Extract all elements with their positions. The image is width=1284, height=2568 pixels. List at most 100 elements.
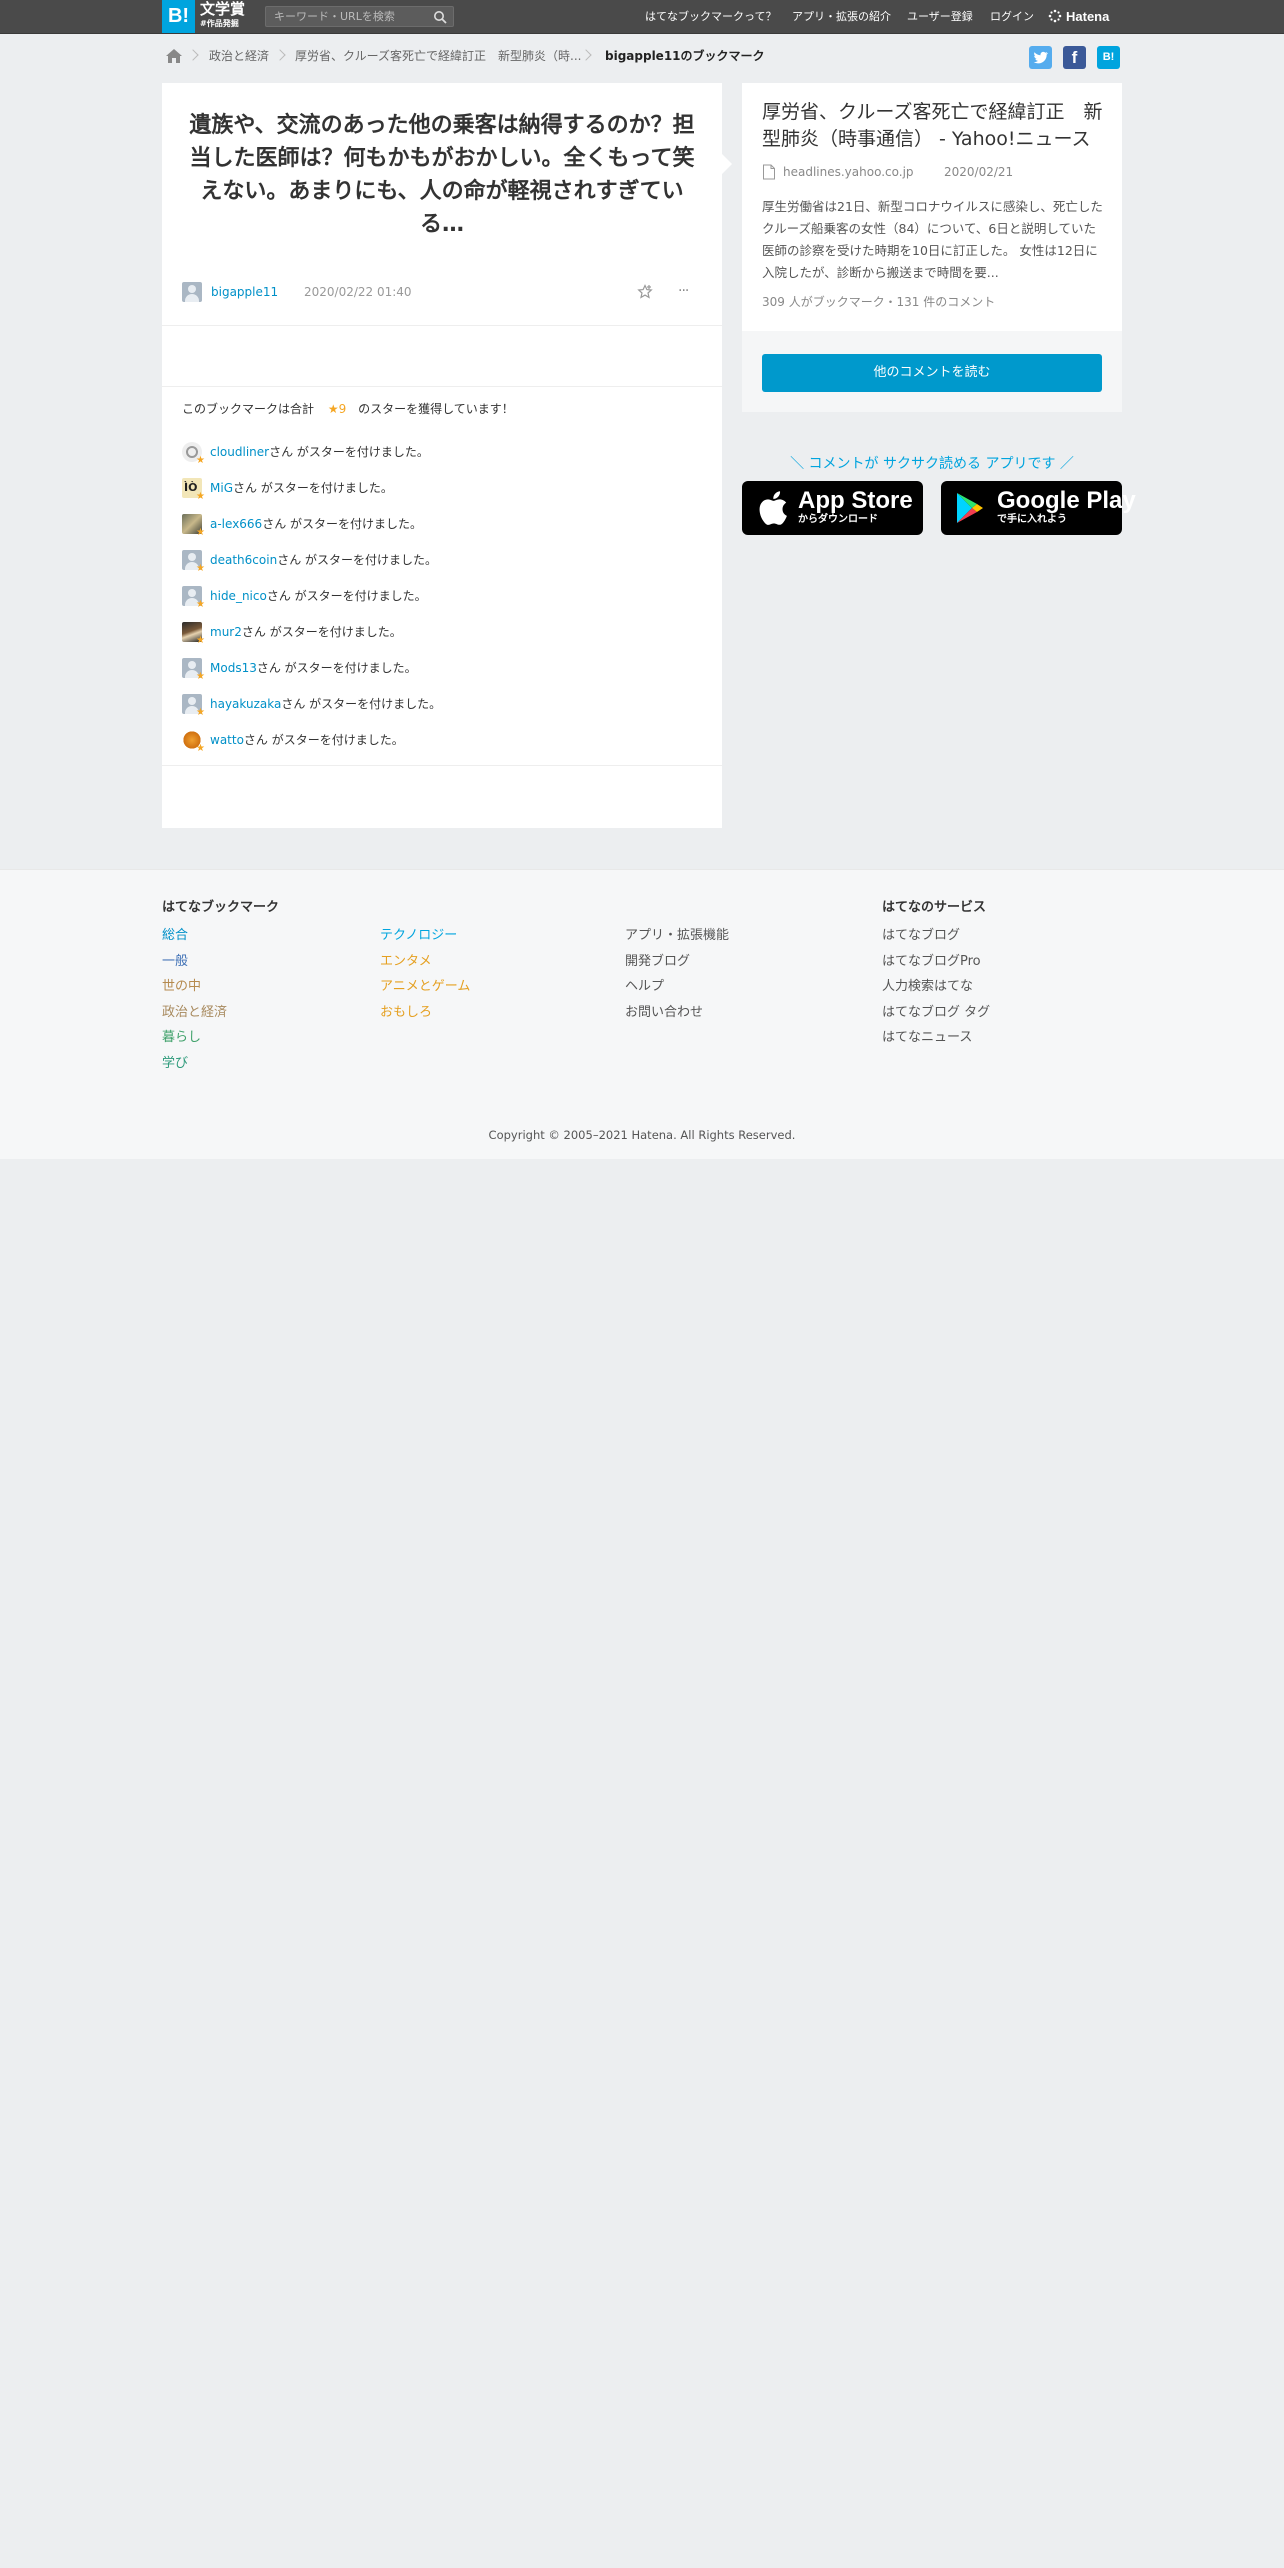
- star-user-text: さん がスターを付けました。: [241, 625, 402, 639]
- copyright: Copyright © 2005–2021 Hatena. All Rights…: [488, 1128, 796, 1142]
- footer-category-link[interactable]: 世の中: [162, 978, 201, 996]
- footer-service-link[interactable]: はてなブログ タグ: [882, 1004, 990, 1022]
- search-icon[interactable]: [433, 10, 447, 24]
- nav-login[interactable]: ログイン: [990, 0, 1034, 33]
- hatena-bookmark-logo[interactable]: B!: [162, 0, 195, 33]
- star-user-text: さん がスターを付けました。: [233, 481, 393, 495]
- footer-service-link[interactable]: 人力検索はてな: [882, 978, 973, 996]
- stars-total[interactable]: ★9: [328, 402, 346, 416]
- chevron-right-icon: [274, 49, 286, 61]
- entry-date: 2020/02/21: [944, 165, 1014, 179]
- star-icon: ★: [196, 599, 205, 610]
- footer-service-link[interactable]: はてなブログ: [882, 927, 960, 945]
- footer-category-link[interactable]: アニメとゲーム: [380, 978, 470, 996]
- footer-category-link[interactable]: テクノロジー: [380, 927, 457, 945]
- document-icon: [763, 164, 775, 180]
- star-user-link[interactable]: hide_nico: [210, 589, 267, 603]
- facebook-icon: f: [1071, 48, 1078, 67]
- star-user-link[interactable]: cloudliner: [210, 445, 269, 459]
- footer-category-link[interactable]: 一般: [162, 953, 188, 971]
- search-input[interactable]: [266, 7, 426, 26]
- award-subtitle: #作品発掘: [200, 19, 239, 28]
- app-promo-text: ＼ コメントが サクサク読める アプリです ／: [790, 456, 1074, 472]
- app-store-badge[interactable]: App Store からダウンロード: [742, 481, 923, 535]
- star-user-text: さん がスターを付けました。: [281, 697, 442, 711]
- share-facebook-button[interactable]: f: [1063, 46, 1086, 69]
- google-play-title: Google Play: [997, 487, 1136, 514]
- divider: [162, 765, 722, 766]
- star-user-text: さん がスターを付けました。: [269, 445, 429, 459]
- stars-summary: このブックマークは合計 ★9 のスターを獲得しています！: [182, 401, 514, 417]
- home-icon[interactable]: [165, 48, 183, 64]
- google-play-icon: [957, 493, 983, 523]
- entry-domain[interactable]: headlines.yahoo.co.jp: [783, 163, 914, 181]
- footer-service-link[interactable]: はてなブログPro: [882, 953, 981, 971]
- breadcrumb-current: bigapple11のブックマーク: [605, 49, 765, 63]
- chevron-right-icon: [580, 49, 592, 61]
- google-play-badge[interactable]: Google Play で手に入れよう: [941, 481, 1136, 535]
- bookmark-user-link[interactable]: bigapple11: [211, 281, 278, 303]
- footer-category-link[interactable]: エンタメ: [380, 953, 432, 971]
- footer-help-link[interactable]: ヘルプ: [625, 978, 664, 996]
- star-user-link[interactable]: MiG: [210, 481, 233, 495]
- add-star-icon[interactable]: [637, 284, 653, 300]
- app-store-subtitle: からダウンロード: [798, 514, 878, 525]
- stars-summary-prefix: このブックマークは合計: [182, 402, 315, 416]
- nav-apps[interactable]: アプリ・拡張の紹介: [792, 0, 891, 33]
- search-box: [265, 6, 454, 27]
- star-icon: ★: [196, 563, 205, 574]
- footer-contact-link[interactable]: お問い合わせ: [625, 1004, 703, 1022]
- star-icon: ★: [196, 635, 205, 646]
- more-options-icon[interactable]: ···: [678, 280, 689, 302]
- hatena-bookmark-icon: B!: [1102, 51, 1115, 63]
- star-user-text: さん がスターを付けました。: [266, 589, 427, 603]
- star-user-text: さん がスターを付けました。: [277, 553, 438, 567]
- entry-description: 厚生労働省は21日、新型コロナウイルスに感染し、死亡したクルーズ船乗客の女性（8…: [762, 199, 1103, 280]
- site-footer: はてなブックマーク 総合 一般 世の中 政治と経済 暮らし 学び テクノロジー …: [0, 869, 1284, 1159]
- footer-category-link[interactable]: 総合: [162, 927, 188, 945]
- footer-service-link[interactable]: はてなニュース: [882, 1029, 972, 1047]
- hatena-logo-text: Hatena: [1066, 9, 1110, 24]
- footer-apps-link[interactable]: アプリ・拡張機能: [625, 927, 729, 945]
- bookmark-comment: 遺族や、交流のあった他の乗客は納得するのか？担当した医師は？何もかもがおかしい。…: [189, 113, 695, 237]
- star-user-link[interactable]: watto: [210, 733, 244, 747]
- read-comments-button[interactable]: 他のコメントを読む: [762, 354, 1102, 392]
- card-pointer: [722, 154, 732, 174]
- divider: [162, 325, 722, 326]
- star-user-link[interactable]: Mods13: [210, 661, 257, 675]
- star-user-link[interactable]: mur2: [210, 625, 242, 639]
- star-user-link[interactable]: a-lex666: [210, 517, 262, 531]
- literary-award-logo[interactable]: 文学賞 #作品発掘: [200, 1, 256, 32]
- star-icon: ★: [196, 743, 205, 754]
- nav-about[interactable]: はてなブックマークって？: [645, 0, 776, 33]
- share-hatena-button[interactable]: B!: [1097, 46, 1120, 69]
- app-store-title: App Store: [798, 487, 913, 514]
- top-header: B! 文学賞 #作品発掘 はてなブックマークって？ アプリ・拡張の紹介 ユーザー…: [0, 0, 1284, 34]
- footer-bookmark-heading: はてなブックマーク: [162, 900, 280, 915]
- share-twitter-button[interactable]: [1029, 46, 1052, 69]
- breadcrumb-category[interactable]: 政治と経済: [209, 44, 269, 68]
- chevron-right-icon: [187, 49, 199, 61]
- breadcrumb-entry[interactable]: 厚労省、クルーズ客死亡で経緯訂正 新型肺炎（時...: [295, 44, 582, 68]
- award-title: 文学賞: [200, 0, 246, 18]
- star-icon: ★: [196, 707, 205, 718]
- footer-category-link[interactable]: 政治と経済: [162, 1004, 227, 1022]
- star-user-link[interactable]: hayakuzaka: [210, 697, 281, 711]
- footer-category-link[interactable]: 学び: [162, 1055, 188, 1073]
- entry-counts[interactable]: 309 人がブックマーク・131 件のコメント: [762, 293, 995, 310]
- avatar[interactable]: [182, 282, 202, 302]
- star-user-link[interactable]: death6coin: [210, 553, 277, 567]
- footer-dev-blog-link[interactable]: 開発ブログ: [625, 953, 690, 971]
- footer-category-link[interactable]: おもしろ: [380, 1004, 432, 1022]
- bookmark-card: 遺族や、交流のあった他の乗客は納得するのか？担当した医師は？何もかもがおかしい。…: [162, 83, 722, 828]
- footer-category-link[interactable]: 暮らし: [162, 1029, 201, 1047]
- entry-card-footer: 他のコメントを読む: [742, 331, 1122, 412]
- bookmark-datetime[interactable]: 2020/02/22 01:40: [304, 281, 412, 303]
- twitter-icon: [1033, 51, 1049, 64]
- nav-register[interactable]: ユーザー登録: [907, 0, 973, 33]
- entry-card: 厚労省、クルーズ客死亡で経緯訂正 新型肺炎（時事通信） - Yahoo!ニュース…: [742, 83, 1122, 412]
- entry-title[interactable]: 厚労省、クルーズ客死亡で経緯訂正 新型肺炎（時事通信） - Yahoo!ニュース: [762, 99, 1107, 153]
- star-icon: ★: [196, 455, 205, 466]
- bookmark-meta: bigapple11 2020/02/22 01:40 ···: [182, 281, 702, 303]
- breadcrumb: 政治と経済 厚労省、クルーズ客死亡で経緯訂正 新型肺炎（時... bigappl…: [162, 44, 765, 68]
